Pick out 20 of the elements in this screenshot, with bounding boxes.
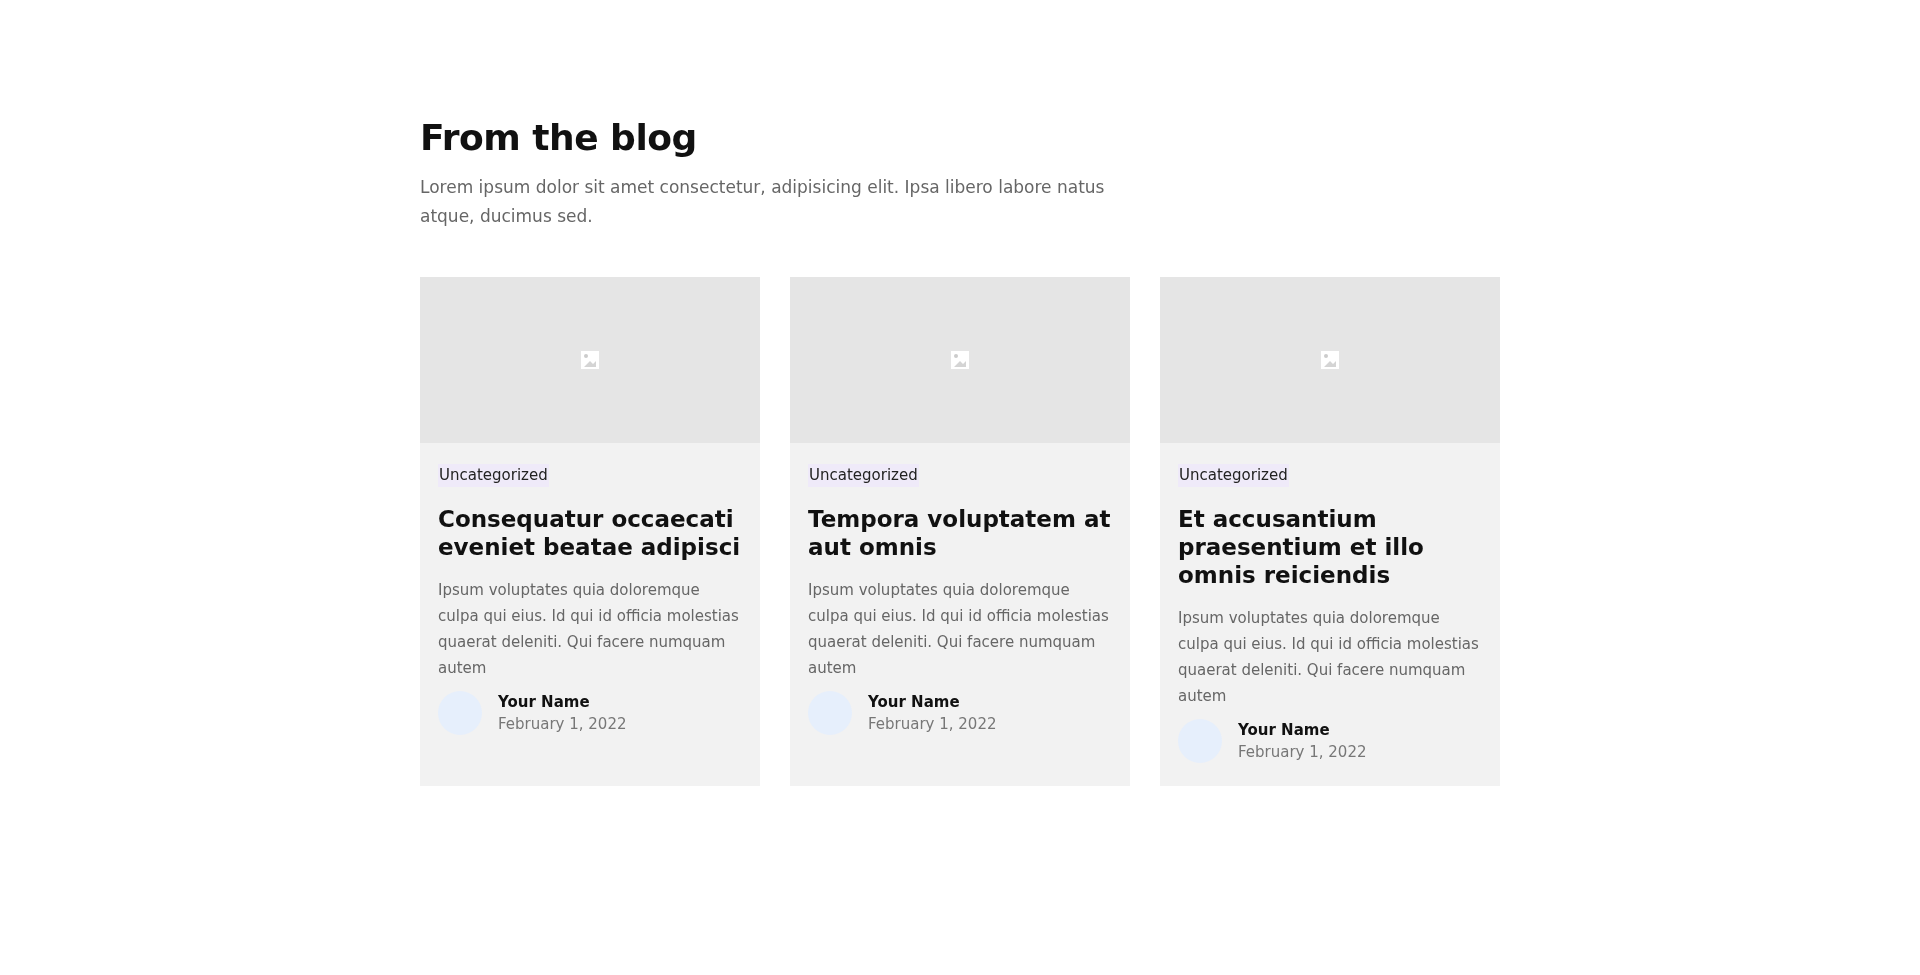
author-name: Your Name	[1238, 719, 1331, 741]
broken-image-icon	[950, 350, 970, 371]
post-title[interactable]: Tempora voluptatem at aut omnis	[808, 504, 1112, 561]
post-excerpt: Ipsum voluptates quia doloremque culpa qui eius. Id qui id officia molestias quaerat deleniti. Qui facere numquam autem	[808, 579, 1110, 679]
post-title[interactable]: Consequatur occaecati eveniet beatae adipisci	[438, 504, 742, 561]
author-name: Your Name	[868, 691, 961, 713]
post-title[interactable]: Et accusantium praesentium et illo omnis reiciendis	[1178, 504, 1482, 589]
author-name: Your Name	[498, 691, 591, 713]
category-tag[interactable]: Uncategorized	[1178, 464, 1289, 487]
post-date: February 1, 2022	[498, 714, 627, 736]
post-date: February 1, 2022	[1238, 742, 1367, 764]
post-excerpt: Ipsum voluptates quia doloremque culpa qui eius. Id qui id officia molestias quaerat deleniti. Qui facere numquam autem	[1178, 607, 1480, 707]
category-tag[interactable]: Uncategorized	[808, 464, 919, 487]
post-date: February 1, 2022	[868, 714, 997, 736]
broken-image-icon	[1320, 350, 1340, 371]
broken-image-icon	[580, 350, 600, 371]
section-title: From the blog	[420, 116, 698, 160]
section-intro: Lorem ipsum dolor sit amet consectetur, adipisicing elit. Ipsa libero labore natus atque, ducimus sed.	[420, 176, 1106, 229]
category-tag[interactable]: Uncategorized	[438, 464, 549, 487]
post-excerpt: Ipsum voluptates quia doloremque culpa qui eius. Id qui id officia molestias quaerat deleniti. Qui facere numquam autem	[438, 579, 740, 679]
